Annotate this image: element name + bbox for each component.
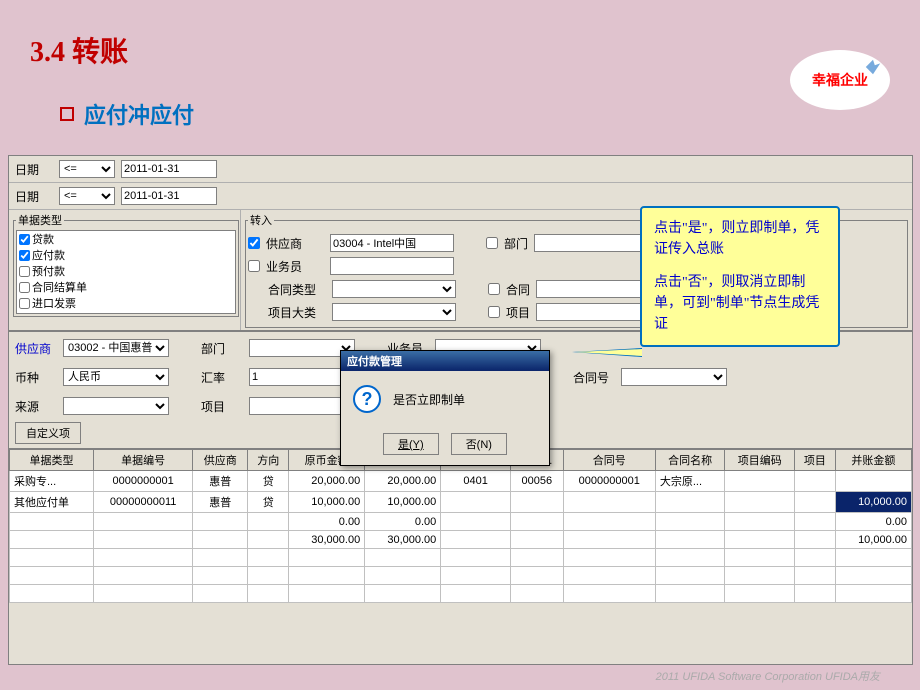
crit-supplier-select[interactable]: 03002 - 中国惠普 [63, 339, 169, 357]
selected-cell[interactable]: 10,000.00 [835, 492, 911, 513]
callout-tail-icon [572, 348, 642, 357]
crit-currency-select[interactable]: 人民币 [63, 368, 169, 386]
project-input[interactable] [536, 303, 656, 321]
callout-text-2: 点击"否"，则取消立即制单，可到"制单"节点生成凭证 [654, 272, 826, 335]
supplier-check[interactable] [248, 237, 260, 249]
grid-wrap[interactable]: 单据类型 单据编号 供应商 方向 原币金额 原币余额 部门编号 业务... 合同… [9, 449, 912, 603]
project-check[interactable] [488, 306, 500, 318]
doctype-check[interactable] [19, 234, 30, 245]
supplier-label: 供应商 [266, 235, 324, 252]
doctype-check[interactable] [19, 250, 30, 261]
doctype-check[interactable] [19, 298, 30, 309]
bird-icon [864, 58, 882, 76]
bullet-icon [60, 107, 74, 121]
crit-source-label: 来源 [15, 398, 57, 415]
footer-watermark: 2011 UFIDA Software Corporation UFIDA用友 [656, 668, 880, 684]
logo-text: 幸福企业 [812, 70, 868, 90]
col-header[interactable]: 单据类型 [10, 450, 94, 471]
no-button[interactable]: 否(N) [451, 433, 507, 455]
col-header[interactable]: 合同号 [563, 450, 655, 471]
logo-badge: 幸福企业 [790, 50, 890, 110]
date-input-1[interactable] [121, 160, 217, 178]
crit-rate-label: 汇率 [201, 369, 243, 386]
salesman-check[interactable] [248, 260, 260, 272]
date-op-select-2[interactable]: <= [59, 187, 115, 205]
col-header[interactable]: 项目编码 [725, 450, 795, 471]
col-header[interactable]: 供应商 [193, 450, 248, 471]
project-label: 项目 [506, 304, 530, 321]
contract-input[interactable] [536, 280, 656, 298]
confirm-dialog: 应付款管理 ? 是否立即制单 是(Y) 否(N) [340, 350, 550, 466]
doctype-check[interactable] [19, 282, 30, 293]
date-label: 日期 [15, 161, 53, 178]
data-grid: 单据类型 单据编号 供应商 方向 原币金额 原币余额 部门编号 业务... 合同… [9, 449, 912, 603]
dialog-title: 应付款管理 [341, 351, 549, 371]
contract-check[interactable] [488, 283, 500, 295]
contract-label: 合同 [506, 281, 530, 298]
custom-fields-button[interactable]: 自定义项 [15, 422, 81, 444]
table-row[interactable]: 0.000.000.00 [10, 513, 912, 531]
dept-check[interactable] [486, 237, 498, 249]
date-op-select-1[interactable]: <= [59, 160, 115, 178]
crit-supplier-label: 供应商 [15, 340, 57, 357]
list-item: 贷款 [17, 231, 235, 247]
salesman-label: 业务员 [266, 258, 324, 275]
table-row[interactable]: 其他应付单00000000011惠普贷10,000.0010,000.0010,… [10, 492, 912, 513]
doctype-legend: 单据类型 [16, 212, 64, 228]
contract-type-select[interactable] [332, 280, 456, 298]
doctype-check[interactable] [19, 266, 30, 277]
table-row[interactable] [10, 567, 912, 585]
salesman-input[interactable] [330, 257, 454, 275]
crit-project-label: 项目 [201, 398, 243, 415]
col-header[interactable]: 项目 [795, 450, 836, 471]
col-header[interactable]: 方向 [248, 450, 289, 471]
question-icon: ? [353, 385, 381, 413]
crit-contractno-select[interactable] [621, 368, 727, 386]
slide-title: 3.4 转账 [30, 30, 920, 70]
col-header[interactable]: 并账金额 [835, 450, 911, 471]
list-item: 合同结算单 [17, 279, 235, 295]
table-row[interactable] [10, 585, 912, 603]
dept-label: 部门 [504, 235, 528, 252]
crit-source-select[interactable] [63, 397, 169, 415]
yes-button[interactable]: 是(Y) [383, 433, 439, 455]
crit-contractno-label: 合同号 [573, 369, 615, 386]
table-row[interactable]: 采购专...0000000001惠普贷20,000.0020,000.00040… [10, 471, 912, 492]
slide-subtitle: 应付冲应付 [84, 98, 194, 130]
callout-text-1: 点击"是"，则立即制单，凭证传入总账 [654, 218, 826, 260]
date-input-2[interactable] [121, 187, 217, 205]
transfer-legend: 转入 [248, 212, 274, 228]
doctype-list[interactable]: 贷款 应付款 预付款 合同结算单 进口发票 [16, 230, 236, 314]
supplier-input[interactable] [330, 234, 454, 252]
contract-type-label: 合同类型 [268, 281, 326, 298]
col-header[interactable]: 单据编号 [94, 450, 193, 471]
date-label: 日期 [15, 188, 53, 205]
total-row: 30,000.0030,000.0010,000.00 [10, 531, 912, 549]
list-item: 应付款 [17, 247, 235, 263]
filter-row-1: 日期 <= [9, 156, 912, 183]
project-cat-label: 项目大类 [268, 304, 326, 321]
col-header[interactable]: 合同名称 [655, 450, 725, 471]
annotation-callout: 点击"是"，则立即制单，凭证传入总账 点击"否"，则取消立即制单，可到"制单"节… [640, 206, 840, 347]
crit-currency-label: 币种 [15, 369, 57, 386]
list-item: 预付款 [17, 263, 235, 279]
crit-dept-label: 部门 [201, 340, 243, 357]
list-item: 进口发票 [17, 295, 235, 311]
table-row[interactable] [10, 549, 912, 567]
dept-input[interactable] [534, 234, 654, 252]
dialog-message: 是否立即制单 [393, 391, 465, 408]
doctype-fieldset: 单据类型 贷款 应付款 预付款 合同结算单 进口发票 [13, 212, 239, 317]
project-cat-select[interactable] [332, 303, 456, 321]
